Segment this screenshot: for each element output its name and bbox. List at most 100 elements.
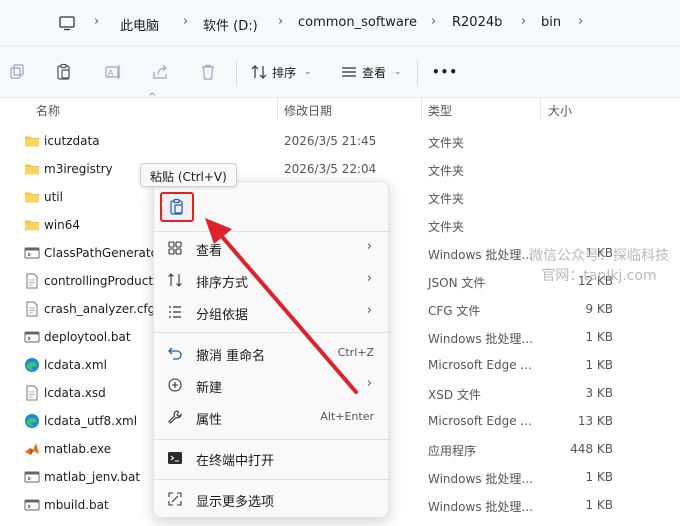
file-type: JSON 文件 — [428, 276, 486, 290]
text-file-icon — [24, 301, 40, 317]
column-name[interactable]: 名称 — [36, 102, 60, 119]
menu-item-group-by[interactable]: 分组依据 › — [154, 296, 388, 328]
toolbar-divider — [417, 60, 418, 86]
command-bar: A 排序 ⌄ 查看 ⌄ ••• — [0, 46, 680, 98]
copy-icon[interactable] — [8, 63, 26, 81]
watermark-line-1: 微信公众号：探临科技 — [529, 248, 669, 264]
file-name: lcdata.xsd — [44, 386, 106, 400]
file-name: m3iregistry — [44, 162, 113, 176]
breadcrumb-r2024b[interactable]: R2024b — [452, 15, 502, 30]
menu-item-label: 排序方式 — [196, 276, 249, 291]
batch-file-icon — [24, 245, 40, 261]
column-divider[interactable] — [277, 98, 278, 120]
context-menu: 查看 › 排序方式 › 分组依据 › 撤消 重命名 Ctrl+Z 新建 › 属性… — [153, 181, 389, 518]
breadcrumb-common-software[interactable]: common_software — [298, 15, 417, 30]
menu-divider — [154, 479, 388, 480]
paste-icon — [170, 198, 183, 215]
menu-item-label: 撤消 重命名 — [196, 349, 266, 364]
breadcrumb-drive[interactable]: 软件 (D:) — [203, 15, 258, 34]
file-name: lcdata_utf8.xml — [44, 414, 138, 428]
file-type: Microsoft Edge ... — [428, 414, 532, 428]
file-size: 1 KB — [585, 358, 613, 372]
chevron-down-icon: ⌄ — [304, 67, 312, 77]
paste-icon[interactable] — [55, 63, 73, 81]
menu-item-label: 在终端中打开 — [196, 454, 275, 469]
shortcut-label: Alt+Enter — [320, 410, 374, 423]
text-file-icon — [24, 385, 40, 401]
menu-item-new[interactable]: 新建 › — [154, 369, 388, 401]
folder-icon — [24, 189, 40, 205]
file-type: 文件夹 — [428, 164, 465, 178]
file-type: 文件夹 — [428, 220, 465, 234]
batch-file-icon — [24, 497, 40, 513]
file-type: Windows 批处理... — [428, 248, 533, 262]
file-type: Windows 批处理... — [428, 472, 533, 486]
column-date[interactable]: 修改日期 — [284, 102, 332, 119]
file-size: 1 KB — [585, 330, 613, 344]
file-size: 13 KB — [577, 414, 613, 428]
text-file-icon — [24, 273, 40, 289]
menu-item-undo[interactable]: 撤消 重命名 Ctrl+Z — [154, 337, 388, 369]
wrench-icon — [168, 410, 182, 424]
file-type: Windows 批处理... — [428, 500, 533, 514]
view-icon — [342, 67, 356, 77]
chevron-down-icon: ⌄ — [394, 67, 402, 77]
paste-tooltip: 粘贴 (Ctrl+V) — [140, 163, 237, 187]
chevron-right-icon: › — [366, 376, 372, 391]
column-divider[interactable] — [540, 98, 541, 120]
folder-icon — [24, 133, 40, 149]
share-icon[interactable] — [151, 63, 169, 81]
menu-divider — [154, 332, 388, 333]
file-type: 应用程序 — [428, 444, 477, 458]
chevron-right-icon: › — [366, 303, 372, 318]
group-icon — [169, 306, 181, 318]
menu-item-show-more[interactable]: 显示更多选项 — [154, 483, 388, 515]
file-name: icutzdata — [44, 134, 100, 148]
file-type: XSD 文件 — [428, 388, 481, 402]
file-name: ClassPathGenerato — [44, 246, 158, 260]
folder-icon — [24, 217, 40, 233]
view-button[interactable]: 查看 ⌄ — [340, 63, 402, 81]
sort-icon — [168, 273, 182, 287]
file-type: 文件夹 — [428, 136, 465, 150]
sort-icon — [251, 65, 267, 79]
delete-icon[interactable] — [199, 63, 217, 81]
add-circle-icon — [168, 378, 182, 392]
computer-icon[interactable] — [58, 14, 76, 32]
menu-item-sort-by[interactable]: 排序方式 › — [154, 264, 388, 296]
rename-icon[interactable]: A — [104, 63, 122, 81]
file-size: 3 KB — [585, 386, 613, 400]
breadcrumb-bin[interactable]: bin — [541, 15, 561, 30]
column-type[interactable]: 类型 — [428, 102, 452, 119]
menu-item-label: 查看 — [196, 244, 223, 259]
column-divider[interactable] — [421, 98, 422, 120]
undo-icon — [168, 347, 182, 360]
breadcrumb-chevron-icon: › — [183, 14, 189, 29]
expand-icon — [168, 492, 182, 506]
breadcrumb-chevron-icon: › — [578, 14, 584, 29]
menu-item-open-terminal[interactable]: 在终端中打开 — [154, 442, 388, 474]
address-bar[interactable]: › 此电脑 › 软件 (D:) › common_software › R202… — [0, 0, 680, 46]
chevron-right-icon: › — [366, 271, 372, 286]
matlab-icon — [24, 441, 40, 457]
breadcrumb-this-pc[interactable]: 此电脑 — [120, 15, 159, 34]
file-size: 1 KB — [585, 470, 613, 484]
column-size[interactable]: 大小 — [548, 102, 572, 119]
breadcrumb-chevron-icon: › — [521, 14, 527, 29]
more-options-button[interactable]: ••• — [432, 63, 458, 81]
file-row[interactable]: m3iregistry 2026/3/5 22:04 文件夹 — [0, 155, 680, 183]
file-size: 9 KB — [585, 302, 613, 316]
menu-item-view[interactable]: 查看 › — [154, 232, 388, 264]
file-name: win64 — [44, 218, 81, 232]
menu-item-label: 显示更多选项 — [196, 495, 275, 510]
file-row[interactable]: icutzdata 2026/3/5 21:45 文件夹 — [0, 127, 680, 155]
breadcrumb-chevron-icon: › — [278, 14, 284, 29]
paste-button[interactable] — [160, 192, 194, 222]
menu-item-label: 新建 — [196, 381, 223, 396]
file-type: Microsoft Edge ... — [428, 358, 532, 372]
terminal-icon — [168, 452, 182, 464]
view-label: 查看 — [362, 65, 387, 80]
menu-item-properties[interactable]: 属性 Alt+Enter — [154, 401, 388, 433]
file-size: 1 KB — [585, 498, 613, 512]
sort-button[interactable]: 排序 ⌄ — [250, 63, 312, 81]
